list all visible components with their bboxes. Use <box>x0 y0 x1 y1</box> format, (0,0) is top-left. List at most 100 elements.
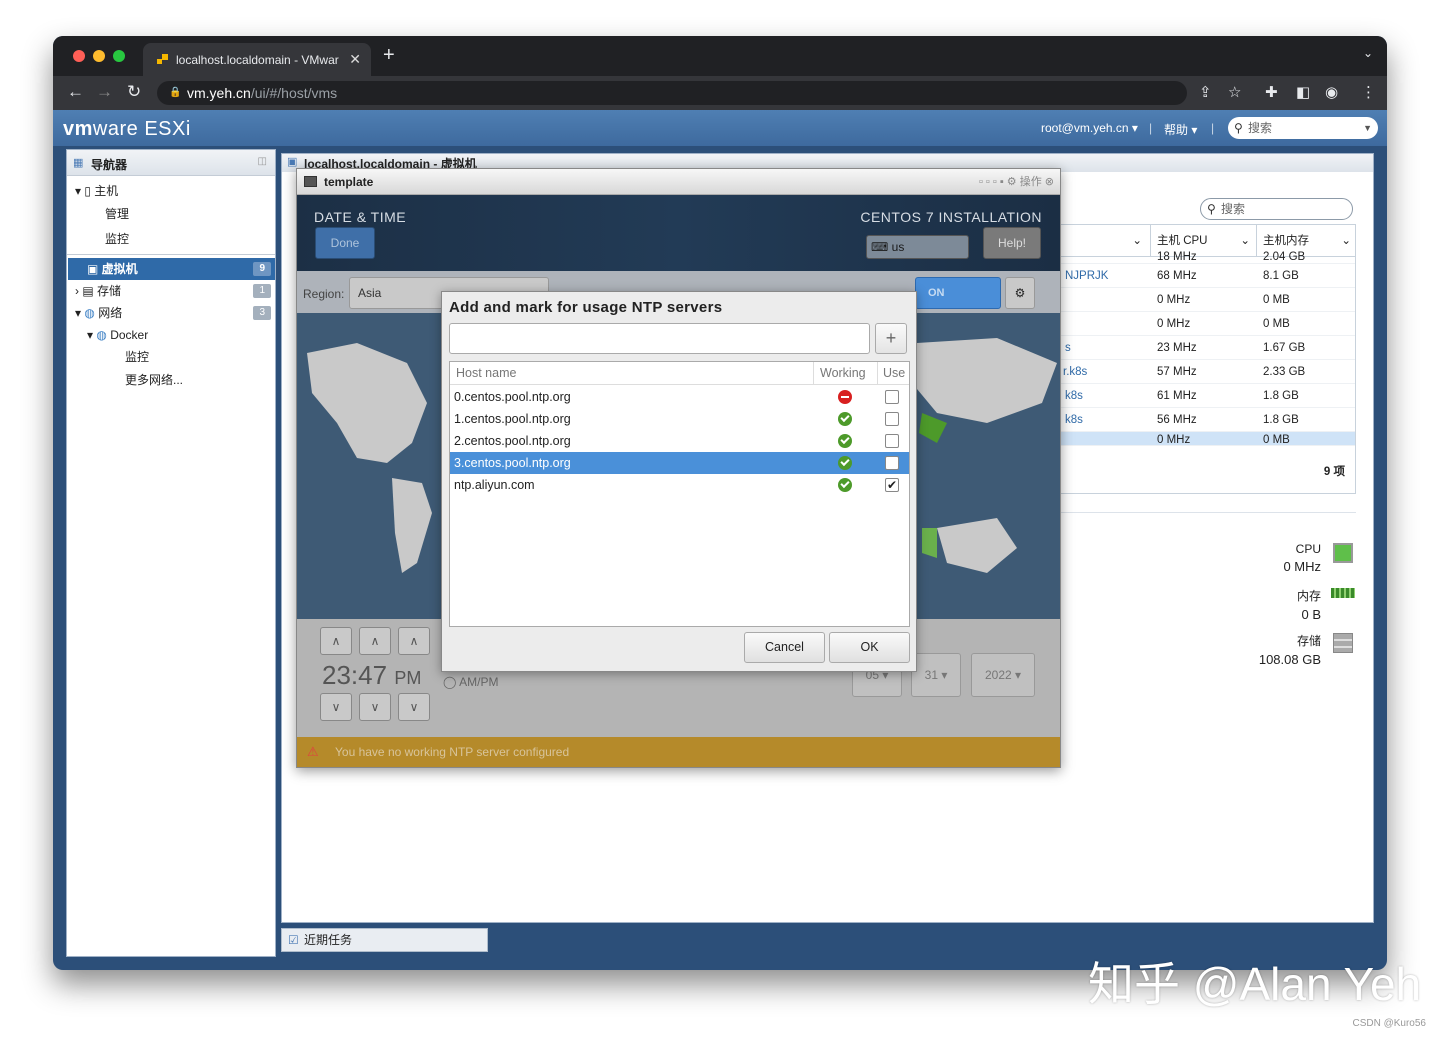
region-label: Region: <box>303 287 345 301</box>
working-status-icon <box>838 456 852 470</box>
col-header-use[interactable]: Use <box>877 362 905 385</box>
use-checkbox-checked[interactable]: ✔ <box>885 478 899 492</box>
share-icon[interactable]: ⇪ <box>1199 83 1212 101</box>
table-row[interactable]: 0 MHz 0 MB <box>1061 432 1355 446</box>
console-icon <box>304 176 317 187</box>
cpu-icon <box>1333 543 1353 563</box>
nav-item-docker[interactable]: ▾ ◍ Docker <box>87 324 148 346</box>
storage-icon <box>1333 633 1353 653</box>
installer-header: DATE & TIME CENTOS 7 INSTALLATION Done ⌨… <box>297 195 1060 271</box>
back-icon[interactable]: ← <box>67 82 84 102</box>
new-tab-button[interactable]: + <box>383 44 395 67</box>
list-item[interactable]: 2.centos.pool.ntp.org <box>450 430 909 452</box>
minute-up-button[interactable]: ∧ <box>359 627 391 655</box>
reload-icon[interactable]: ↻ <box>127 82 141 102</box>
list-item[interactable]: ntp.aliyun.com ✔ <box>450 474 909 496</box>
minute-down-button[interactable]: ∨ <box>359 693 391 721</box>
network-count-badge: 3 <box>253 306 271 320</box>
working-status-icon <box>838 478 852 492</box>
global-search-input[interactable]: ⚲ 搜索 ▼ <box>1228 117 1378 139</box>
close-tab-icon[interactable]: ✕ <box>349 51 361 68</box>
navigator-panel: ▦ 导航器 ◫ ▾ ▯ 主机 管理 监控 ▣ 虚拟机 9 › ▤ 存储 1 ▾ ◍ 网络… <box>66 149 276 957</box>
ntp-server-input[interactable] <box>449 323 870 354</box>
installer-product: CENTOS 7 INSTALLATION <box>860 209 1042 225</box>
bookmark-star-icon[interactable]: ☆ <box>1228 83 1241 101</box>
sidebar-icon[interactable]: ◧ <box>1296 83 1310 101</box>
list-header: Host name Working Use <box>450 362 909 385</box>
table-row[interactable]: 18 MHz 2.04 GB <box>1061 250 1355 264</box>
close-window-button[interactable] <box>73 50 85 62</box>
tasks-icon: ☑ <box>288 933 299 947</box>
console-actions-menu[interactable]: ▫ ▫ ▫ ▪ ⚙ 操作 ⊗ <box>979 169 1054 195</box>
table-row[interactable]: 0 MHz 0 MB <box>1061 312 1355 336</box>
extensions-icon[interactable]: ✚ <box>1265 83 1278 101</box>
table-row[interactable]: s 23 MHz 1.67 GB <box>1061 336 1355 360</box>
table-row[interactable]: 0 MHz 0 MB <box>1061 288 1355 312</box>
table-row[interactable]: r.k8s 57 MHz 2.33 GB <box>1061 360 1355 384</box>
menu-kebab-icon[interactable]: ⋮ <box>1361 83 1376 101</box>
lock-icon: 🔒 <box>169 87 182 98</box>
ampm-radio[interactable]: ◯ AM/PM <box>443 675 498 689</box>
nav-item-docker-monitor[interactable]: 监控 <box>125 346 149 368</box>
tab-menu-icon[interactable]: ⌄ <box>1363 46 1373 60</box>
not-working-status-icon <box>838 390 852 404</box>
cancel-button[interactable]: Cancel <box>744 632 825 663</box>
storage-count-badge: 1 <box>253 284 271 298</box>
keyboard-layout-indicator[interactable]: ⌨ us <box>866 235 969 259</box>
hour-up-button[interactable]: ∧ <box>320 627 352 655</box>
profile-avatar-icon[interactable]: ◉ <box>1325 83 1338 101</box>
nav-item-manage[interactable]: 管理 <box>105 203 129 225</box>
forward-icon[interactable]: → <box>96 82 113 102</box>
nav-item-host[interactable]: ▾ ▯ 主机 <box>75 180 118 202</box>
col-header-host[interactable]: Host name <box>456 362 516 385</box>
table-row[interactable]: k8s 56 MHz 1.8 GB <box>1061 408 1355 432</box>
ok-button[interactable]: OK <box>829 632 910 663</box>
nav-item-storage[interactable]: › ▤ 存储 1 <box>75 280 275 302</box>
nav-item-network[interactable]: ▾ ◍ 网络 3 <box>75 302 275 324</box>
list-item-selected[interactable]: 3.centos.pool.ntp.org <box>450 452 909 474</box>
use-checkbox[interactable] <box>885 434 899 448</box>
vm-table: ⌄ 主机 CPU ⌄ 主机内存 ⌄ 18 MHz 2.04 GB NJPRJK 68 M… <box>1060 224 1356 494</box>
done-button[interactable]: Done <box>315 227 375 259</box>
vm-count: 9 项 <box>1323 466 1345 478</box>
add-ntp-server-button[interactable]: + <box>875 323 907 354</box>
maximize-window-button[interactable] <box>113 50 125 62</box>
nav-item-vms[interactable]: ▣ 虚拟机 9 <box>68 258 275 280</box>
ampm-down-button[interactable]: ∨ <box>398 693 430 721</box>
use-checkbox[interactable] <box>885 412 899 426</box>
url-input[interactable]: 🔒 vm.yeh.cn/ui/#/host/vms <box>157 81 1187 105</box>
ntp-settings-gear-icon[interactable]: ⚙ <box>1005 277 1035 309</box>
vmware-esxi-logo: vmware ESXi <box>63 118 191 140</box>
console-titlebar: template ▫ ▫ ▫ ▪ ⚙ 操作 ⊗ <box>297 169 1060 195</box>
help-button[interactable]: Help! <box>983 227 1041 259</box>
day-select[interactable]: 31 ▾ <box>911 653 961 697</box>
use-checkbox[interactable] <box>885 456 899 470</box>
nav-item-more-networks[interactable]: 更多网络... <box>125 369 183 391</box>
network-time-toggle[interactable]: ON <box>915 277 1001 309</box>
ampm-up-button[interactable]: ∧ <box>398 627 430 655</box>
dialog-title: Add and mark for usage NTP servers <box>449 299 723 316</box>
collapse-icon[interactable]: ◫ <box>258 156 267 167</box>
recent-tasks-tab[interactable]: ☑ 近期任务 <box>281 928 488 952</box>
vm-search-input[interactable]: ⚲ 搜索 <box>1200 198 1353 220</box>
minimize-window-button[interactable] <box>93 50 105 62</box>
nav-item-monitor[interactable]: 监控 <box>105 228 129 250</box>
list-item[interactable]: 1.centos.pool.ntp.org <box>450 408 909 430</box>
watermark: 知乎 @Alan Yeh <box>1088 958 1422 1010</box>
hour-down-button[interactable]: ∨ <box>320 693 352 721</box>
credit: CSDN @Kuro56 <box>1352 1018 1426 1029</box>
browser-tab[interactable]: localhost.localdomain - VMwar ✕ <box>143 43 371 76</box>
table-row[interactable]: NJPRJK 68 MHz 8.1 GB <box>1061 264 1355 288</box>
resource-memory: 内存 0 B <box>1296 589 1321 622</box>
list-item[interactable]: 0.centos.pool.ntp.org <box>450 386 909 408</box>
col-header-working[interactable]: Working <box>813 362 866 385</box>
navigator-header: ▦ 导航器 ◫ <box>67 150 275 176</box>
esxi-header: vmware ESXi root@vm.yeh.cn ▾ | 帮助 ▾ | ⚲ 搜… <box>53 110 1387 146</box>
user-menu[interactable]: root@vm.yeh.cn ▾ <box>1041 121 1138 135</box>
table-row[interactable]: k8s 61 MHz 1.8 GB <box>1061 384 1355 408</box>
use-checkbox[interactable] <box>885 390 899 404</box>
year-select[interactable]: 2022 ▾ <box>971 653 1035 697</box>
vmware-favicon-icon <box>157 54 168 64</box>
chevron-down-icon[interactable]: ▼ <box>1363 117 1372 139</box>
help-menu[interactable]: 帮助 ▾ <box>1164 121 1197 138</box>
